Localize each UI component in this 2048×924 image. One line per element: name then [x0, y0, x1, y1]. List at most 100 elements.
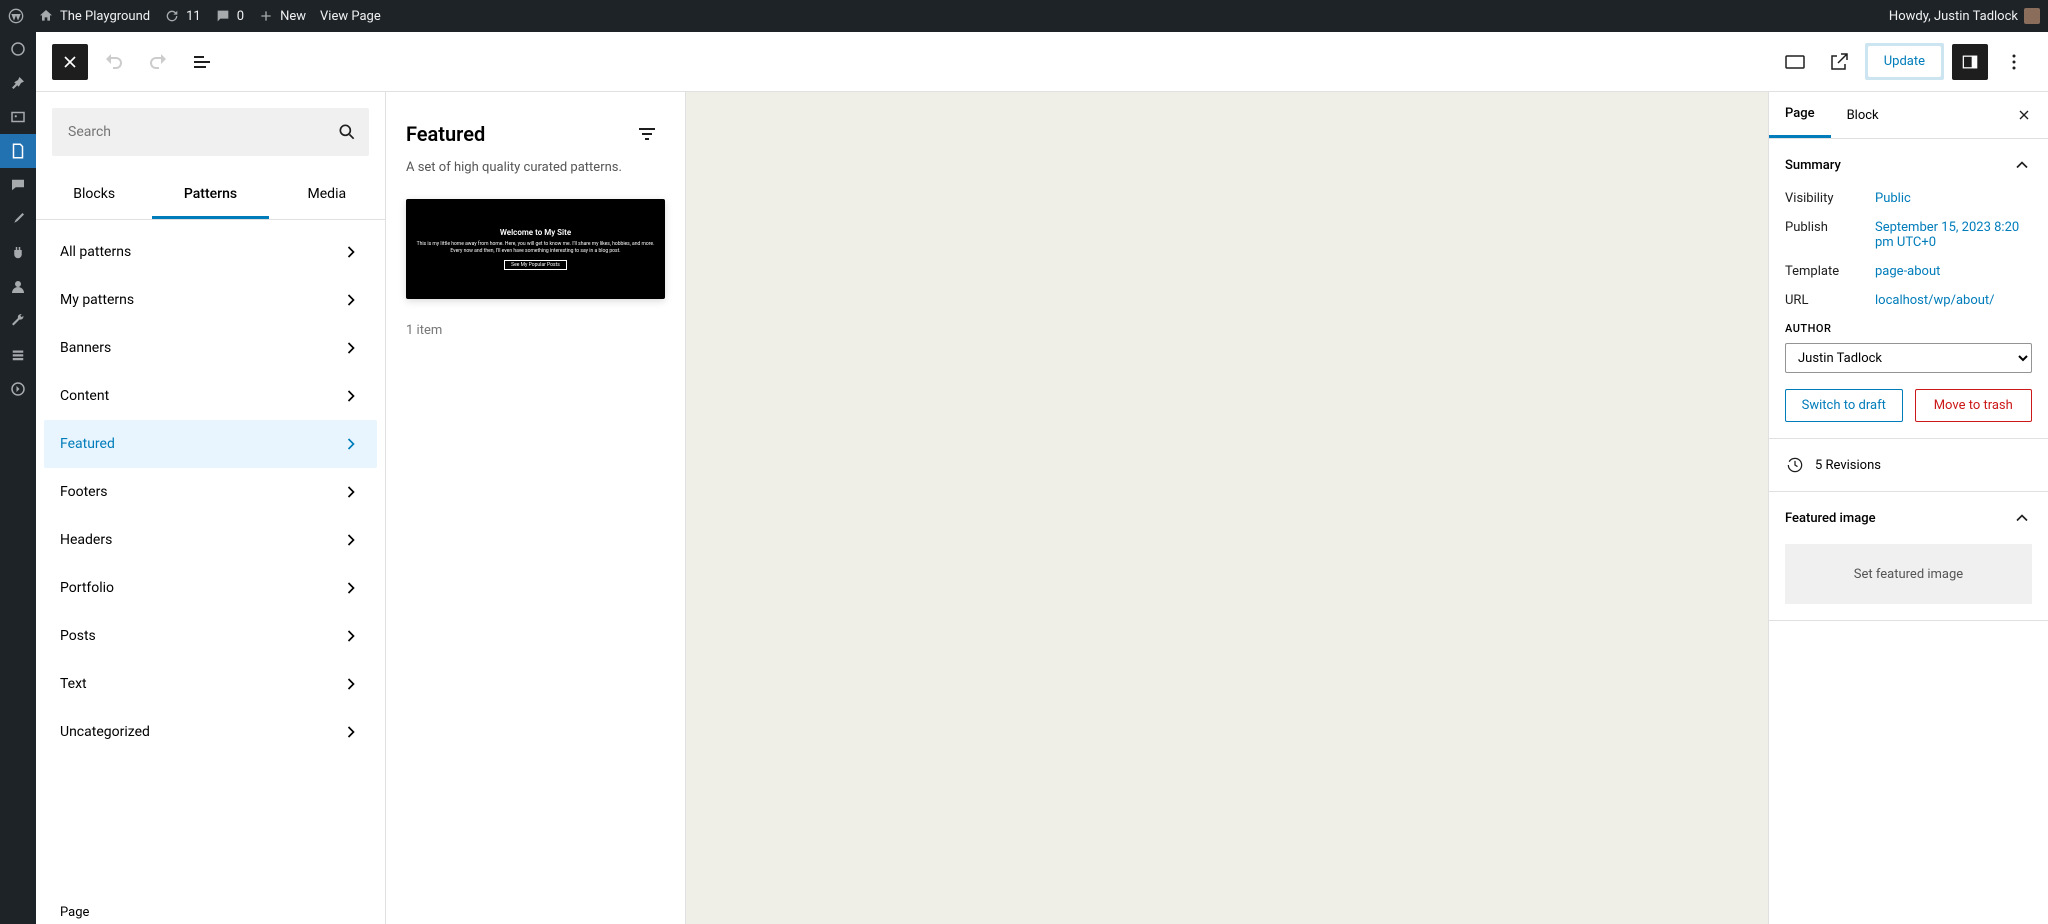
visibility-value[interactable]: Public: [1875, 191, 1911, 206]
preview-link-button[interactable]: [1821, 44, 1857, 80]
cat-text[interactable]: Text: [44, 660, 377, 708]
wordpress-icon: [8, 8, 24, 24]
new-link[interactable]: New: [258, 8, 306, 24]
wp-logo[interactable]: [8, 8, 24, 24]
cat-my[interactable]: My patterns: [44, 276, 377, 324]
search-icon: [337, 122, 357, 142]
pattern-description: A set of high quality curated patterns.: [406, 160, 665, 175]
cat-footers[interactable]: Footers: [44, 468, 377, 516]
publish-value[interactable]: September 15, 2023 8:20 pm UTC+0: [1875, 220, 2019, 250]
thumb-text: This is my little home away from home. H…: [414, 241, 657, 254]
page-icon: [9, 142, 27, 160]
featured-toggle[interactable]: Featured image: [1769, 492, 2048, 544]
cat-headers[interactable]: Headers: [44, 516, 377, 564]
set-featured-image-button[interactable]: Set featured image: [1785, 544, 2032, 604]
rail-tools[interactable]: [0, 304, 36, 338]
chevron-right-icon: [341, 290, 361, 310]
template-value[interactable]: page-about: [1875, 264, 1940, 279]
chevron-right-icon: [341, 242, 361, 262]
move-trash-button[interactable]: Move to trash: [1915, 389, 2033, 422]
chevron-right-icon: [341, 338, 361, 358]
collapse-icon: [9, 380, 27, 398]
settings-toggle-button[interactable]: [1952, 44, 1988, 80]
rail-posts[interactable]: [0, 66, 36, 100]
summary-toggle[interactable]: Summary: [1769, 139, 2048, 191]
rail-media[interactable]: [0, 100, 36, 134]
dashboard-icon: [9, 40, 27, 58]
plus-icon: [258, 8, 274, 24]
pattern-count: 1 item: [406, 323, 665, 338]
rail-collapse[interactable]: [0, 372, 36, 406]
cat-portfolio[interactable]: Portfolio: [44, 564, 377, 612]
user-icon: [9, 278, 27, 296]
thumb-title: Welcome to My Site: [500, 228, 571, 237]
cat-all[interactable]: All patterns: [44, 228, 377, 276]
cat-featured[interactable]: Featured: [44, 420, 377, 468]
pattern-thumbnail[interactable]: Welcome to My Site This is my little hom…: [406, 199, 665, 299]
comment-icon: [9, 176, 27, 194]
new-label: New: [280, 9, 306, 24]
rail-dashboard[interactable]: [0, 32, 36, 66]
redo-button[interactable]: [140, 44, 176, 80]
undo-button[interactable]: [96, 44, 132, 80]
close-inserter-button[interactable]: [52, 44, 88, 80]
view-page-link[interactable]: View Page: [320, 9, 381, 24]
options-button[interactable]: [1996, 44, 2032, 80]
brush-icon: [9, 210, 27, 228]
chevron-up-icon: [2012, 508, 2032, 528]
close-settings-button[interactable]: [2008, 99, 2040, 131]
url-label: URL: [1785, 293, 1875, 308]
rail-pages[interactable]: [0, 134, 36, 168]
rail-appearance[interactable]: [0, 202, 36, 236]
switch-draft-button[interactable]: Switch to draft: [1785, 389, 1903, 422]
author-select[interactable]: Justin Tadlock: [1785, 343, 2032, 373]
list-icon: [190, 50, 214, 74]
url-value[interactable]: localhost/wp/about/: [1875, 293, 1995, 308]
rail-settings[interactable]: [0, 338, 36, 372]
rail-comments[interactable]: [0, 168, 36, 202]
view-button[interactable]: [1777, 44, 1813, 80]
comments-link[interactable]: 0: [215, 8, 244, 24]
cat-banners[interactable]: Banners: [44, 324, 377, 372]
chevron-right-icon: [341, 722, 361, 742]
update-button[interactable]: Update: [1868, 46, 1941, 77]
settings-tab-block[interactable]: Block: [1831, 94, 1895, 137]
avatar: [2024, 8, 2040, 24]
comment-icon: [215, 8, 231, 24]
admin-sidebar: [0, 32, 36, 924]
chevron-right-icon: [341, 482, 361, 502]
tab-blocks[interactable]: Blocks: [36, 172, 152, 219]
site-link[interactable]: The Playground: [38, 8, 150, 24]
refresh-count: 11: [186, 9, 201, 24]
redo-icon: [146, 50, 170, 74]
home-icon: [38, 8, 54, 24]
rail-users[interactable]: [0, 270, 36, 304]
publish-label: Publish: [1785, 220, 1875, 235]
document-overview-button[interactable]: [184, 44, 220, 80]
editor-canvas[interactable]: [686, 92, 1768, 924]
cat-posts[interactable]: Posts: [44, 612, 377, 660]
revisions-label: 5 Revisions: [1815, 458, 1881, 473]
tab-media[interactable]: Media: [269, 172, 385, 219]
more-vertical-icon: [2002, 50, 2026, 74]
settings-tab-page[interactable]: Page: [1769, 92, 1831, 138]
undo-icon: [102, 50, 126, 74]
sidebar-icon: [1960, 52, 1980, 72]
refresh-link[interactable]: 11: [164, 8, 201, 24]
external-icon: [1827, 50, 1851, 74]
cat-content[interactable]: Content: [44, 372, 377, 420]
history-icon: [1785, 455, 1805, 475]
pin-icon: [9, 74, 27, 92]
howdy-link[interactable]: Howdy, Justin Tadlock: [1889, 8, 2040, 24]
refresh-icon: [164, 8, 180, 24]
wrench-icon: [9, 312, 27, 330]
rail-plugins[interactable]: [0, 236, 36, 270]
search-input[interactable]: [52, 108, 369, 156]
cat-uncategorized[interactable]: Uncategorized: [44, 708, 377, 756]
block-inserter: Blocks Patterns Media All patterns My pa…: [36, 92, 386, 924]
tab-patterns[interactable]: Patterns: [152, 172, 268, 219]
close-icon: [60, 52, 80, 72]
revisions-button[interactable]: 5 Revisions: [1769, 439, 2048, 492]
pattern-filter-button[interactable]: [629, 116, 665, 152]
pattern-panel: Featured A set of high quality curated p…: [386, 92, 686, 924]
